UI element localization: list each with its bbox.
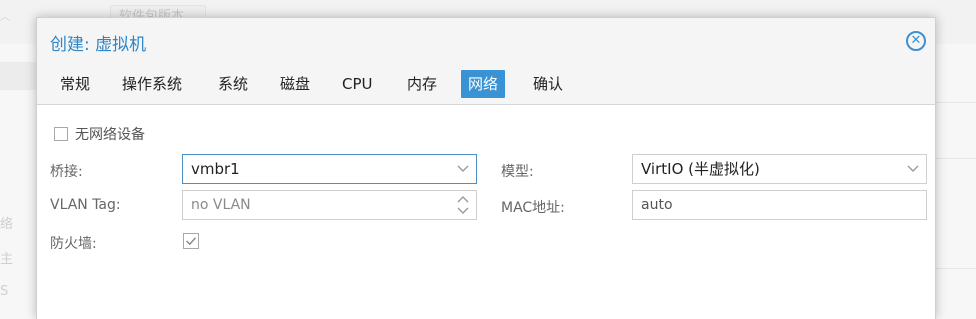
background-divider (936, 158, 976, 159)
chevron-down-icon[interactable] (450, 155, 476, 183)
mac-label: MAC地址: (501, 200, 565, 216)
close-icon[interactable]: ✕ (906, 31, 926, 51)
tab-os[interactable]: 操作系统 (115, 70, 189, 98)
background-panel-right (936, 44, 976, 319)
tab-system[interactable]: 系统 (211, 70, 255, 98)
model-select[interactable]: VirtIO (半虚拟化) (632, 154, 927, 184)
bridge-label: 桥接: (50, 164, 83, 180)
no-network-label: 无网络设备 (75, 127, 145, 143)
model-label: 模型: (501, 164, 534, 180)
bridge-select[interactable]: vmbr1 (182, 154, 477, 184)
background-divider (936, 268, 976, 269)
background-sidebar-item: S (0, 284, 9, 299)
background-sidebar-selected (0, 62, 36, 90)
background-divider (936, 102, 976, 103)
vlan-label: VLAN Tag: (50, 197, 121, 213)
background-sidebar-item: 主 (0, 252, 14, 267)
bridge-value: vmbr1 (191, 160, 240, 178)
spinner-icon[interactable] (450, 191, 476, 219)
mac-address-field[interactable]: auto (632, 190, 927, 220)
tab-network[interactable]: 网络 (461, 70, 506, 98)
tab-cpu[interactable]: CPU (335, 70, 380, 98)
tab-confirm[interactable]: 确认 (526, 70, 570, 98)
tab-memory[interactable]: 内存 (400, 70, 444, 98)
mac-value: auto (641, 197, 673, 213)
chevron-up-icon: ︿ (0, 12, 10, 23)
tab-disk[interactable]: 磁盘 (273, 70, 317, 98)
firewall-checkbox[interactable] (183, 233, 199, 249)
chevron-down-icon[interactable] (900, 155, 926, 183)
firewall-label: 防火墙: (50, 236, 97, 252)
dialog-title: 创建: 虚拟机 (50, 35, 147, 55)
dialog-header: 创建: 虚拟机 ✕ (37, 18, 935, 66)
vlan-tag-field[interactable]: no VLAN (182, 190, 477, 220)
no-network-checkbox[interactable] (54, 127, 68, 141)
create-vm-dialog: 创建: 虚拟机 ✕ 常规 操作系统 系统 磁盘 CPU 内存 网络 确认 无网络… (36, 17, 936, 319)
wizard-tabs: 常规 操作系统 系统 磁盘 CPU 内存 网络 确认 (37, 66, 935, 105)
model-value: VirtIO (半虚拟化) (641, 160, 760, 178)
background-sidebar-item: 络 (0, 217, 14, 232)
tab-general[interactable]: 常规 (53, 70, 97, 98)
vlan-value: no VLAN (191, 197, 251, 213)
